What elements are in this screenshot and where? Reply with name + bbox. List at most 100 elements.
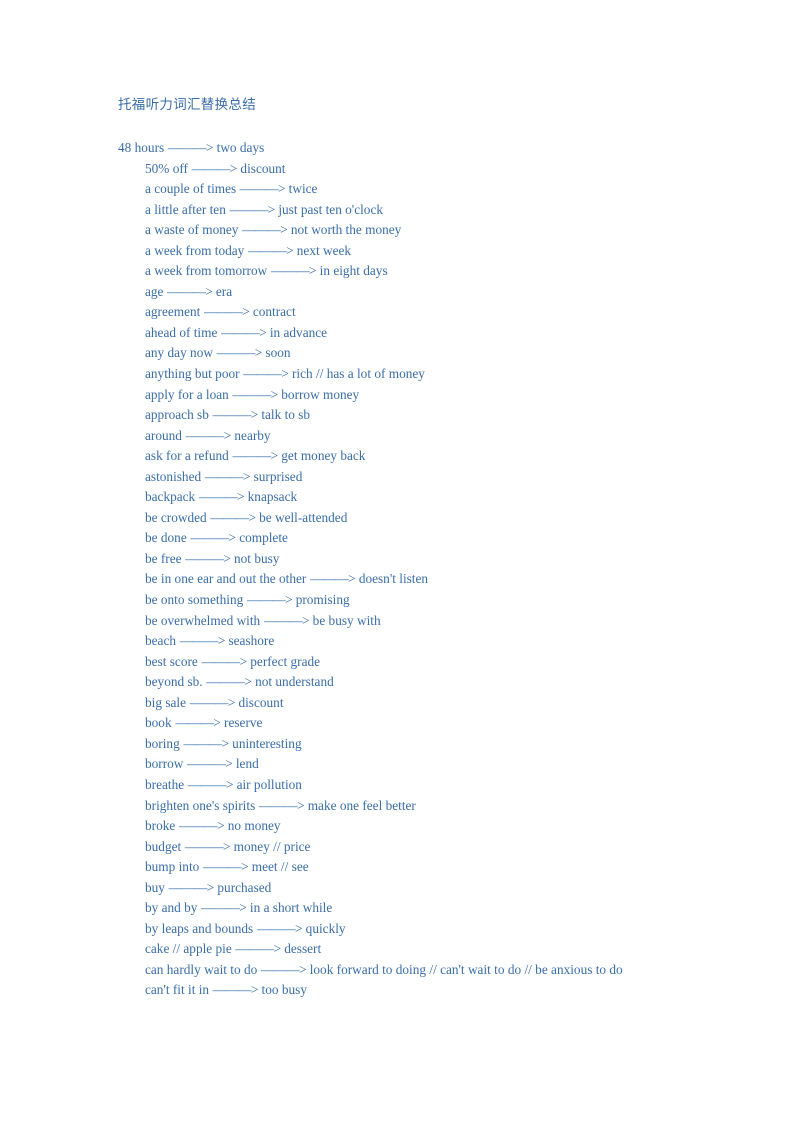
entry-target-term: get money back xyxy=(281,448,366,464)
vocabulary-entry: breathe ———> air pollution xyxy=(0,775,793,796)
arrow-icon: ———> xyxy=(187,530,239,546)
vocabulary-entry: agreement ———> contract xyxy=(0,302,793,323)
entry-source-term: can't fit it in xyxy=(145,982,210,998)
arrow-icon: ———> xyxy=(165,140,216,155)
entry-source-term: a waste of money xyxy=(145,222,239,238)
vocabulary-entry: beyond sb. ———> not understand xyxy=(0,672,793,693)
entry-source-term: any day now xyxy=(145,345,213,361)
entry-target-term: surprised xyxy=(253,468,303,484)
entry-target-term: rich // has a lot of money xyxy=(292,366,425,382)
entry-source-term: by leaps and bounds xyxy=(145,920,254,936)
vocabulary-entry: astonished ———> surprised xyxy=(0,467,793,488)
arrow-icon: ———> xyxy=(268,263,319,279)
entry-target-term: money // price xyxy=(233,838,311,854)
vocabulary-entry: ahead of time ———> in advance xyxy=(0,323,793,344)
vocabulary-entry: brighten one's spirits ———> make one fee… xyxy=(0,796,793,817)
entry-source-term: a little after ten xyxy=(145,201,226,217)
entry-source-term: boring xyxy=(145,735,180,751)
entry-source-term: approach sb xyxy=(145,407,209,423)
vocabulary-entry: backpack ———> knapsack xyxy=(0,487,793,508)
entry-target-term: quickly xyxy=(305,920,346,936)
arrow-icon: ———> xyxy=(198,900,249,916)
entry-target-term: look forward to doing // can't wait to d… xyxy=(309,961,623,977)
vocabulary-entry: big sale ———> discount xyxy=(0,693,793,714)
vocabulary-entry: best score ———> perfect grade xyxy=(0,652,793,673)
entry-source-term: ask for a refund xyxy=(145,448,229,464)
entry-target-term: air pollution xyxy=(236,776,302,792)
vocabulary-entry: a week from tomorrow ———> in eight days xyxy=(0,261,793,282)
vocabulary-entry: bump into ———> meet // see xyxy=(0,857,793,878)
vocabulary-entry: cake // apple pie ———> dessert xyxy=(0,939,793,960)
vocabulary-entry: a week from today ———> next week xyxy=(0,241,793,262)
entry-target-term: complete xyxy=(239,530,288,546)
entry-target-term: era xyxy=(215,283,233,299)
vocabulary-entry: be crowded ———> be well-attended xyxy=(0,508,793,529)
entry-source-term: budget xyxy=(145,838,182,854)
entry-source-term: can hardly wait to do xyxy=(145,961,258,977)
entry-source-term: beach xyxy=(145,633,177,649)
vocabulary-entry: ask for a refund ———> get money back xyxy=(0,446,793,467)
arrow-icon: ———> xyxy=(201,304,252,320)
vocabulary-entry: be done ———> complete xyxy=(0,528,793,549)
arrow-icon: ———> xyxy=(232,941,284,957)
arrow-icon: ———> xyxy=(182,838,233,854)
vocabulary-entry: be in one ear and out the other ———> doe… xyxy=(0,569,793,590)
vocabulary-entry: broke ———> no money xyxy=(0,816,793,837)
vocabulary-entry: beach ———> seashore xyxy=(0,631,793,652)
vocabulary-entry: apply for a loan ———> borrow money xyxy=(0,385,793,406)
entry-target-term: soon xyxy=(265,345,291,361)
entry-target-term: knapsack xyxy=(247,489,298,505)
vocabulary-entry: approach sb ———> talk to sb xyxy=(0,405,793,426)
arrow-icon: ———> xyxy=(239,222,290,238)
entry-target-term: uninteresting xyxy=(232,735,302,751)
vocabulary-entry: anything but poor ———> rich // has a lot… xyxy=(0,364,793,385)
arrow-icon: ———> xyxy=(177,633,228,649)
vocabulary-entry: be free ———> not busy xyxy=(0,549,793,570)
arrow-icon: ———> xyxy=(210,982,261,998)
arrow-icon: ———> xyxy=(198,653,250,669)
entry-source-term: be overwhelmed with xyxy=(145,612,261,628)
entry-source-term: age xyxy=(145,283,164,299)
entry-target-term: not understand xyxy=(255,674,334,690)
entry-target-term: discount xyxy=(240,160,286,176)
entry-target-term: discount xyxy=(238,694,284,710)
entry-target-term: in a short while xyxy=(249,900,333,916)
arrow-icon: ———> xyxy=(180,735,232,751)
entry-source-term: anything but poor xyxy=(145,366,240,382)
entry-target-term: talk to sb xyxy=(261,407,311,423)
arrow-icon: ———> xyxy=(240,366,291,382)
vocabulary-entry: a couple of times ———> twice xyxy=(0,179,793,200)
entry-source-term: be free xyxy=(145,550,182,566)
entry-target-term: promising xyxy=(295,592,350,608)
arrow-icon: ———> xyxy=(244,592,295,608)
entry-source-term: apply for a loan xyxy=(145,386,229,402)
arrow-icon: ———> xyxy=(254,920,305,936)
arrow-icon: ———> xyxy=(237,181,288,197)
entry-target-term: contract xyxy=(252,304,296,320)
entry-source-term: by and by xyxy=(145,900,198,916)
entry-source-term: ahead of time xyxy=(145,324,218,340)
entry-source-term: a week from today xyxy=(145,242,245,258)
entry-source-term: bump into xyxy=(145,859,200,875)
arrow-icon: ———> xyxy=(229,448,281,464)
entry-target-term: in advance xyxy=(269,324,328,340)
vocabulary-entry: be overwhelmed with ———> be busy with xyxy=(0,611,793,632)
vocabulary-entry-list: 48 hours ———> two days 50% off ———> disco… xyxy=(0,138,793,1001)
entry-target-term: lend xyxy=(235,756,259,772)
arrow-icon: ———> xyxy=(187,694,238,710)
arrow-icon: ———> xyxy=(218,324,269,340)
vocabulary-entry: age ———> era xyxy=(0,282,793,303)
arrow-icon: ———> xyxy=(229,386,281,402)
entry-target-term: no money xyxy=(227,818,281,834)
entry-source-term: brighten one's spirits xyxy=(145,797,256,813)
entry-target-term: in eight days xyxy=(319,263,388,279)
vocabulary-entry: can hardly wait to do ———> look forward … xyxy=(0,960,793,981)
entry-target-term: be well-attended xyxy=(259,509,348,525)
entry-target-term: reserve xyxy=(224,715,263,731)
vocabulary-entry: by and by ———> in a short while xyxy=(0,898,793,919)
vocabulary-entry: buy ———> purchased xyxy=(0,878,793,899)
arrow-icon: ———> xyxy=(209,407,261,423)
vocabulary-entry: can't fit it in ———> too busy xyxy=(0,980,793,1001)
entry-source-term: be done xyxy=(145,530,187,546)
entry-target-term: nearby xyxy=(234,427,271,443)
